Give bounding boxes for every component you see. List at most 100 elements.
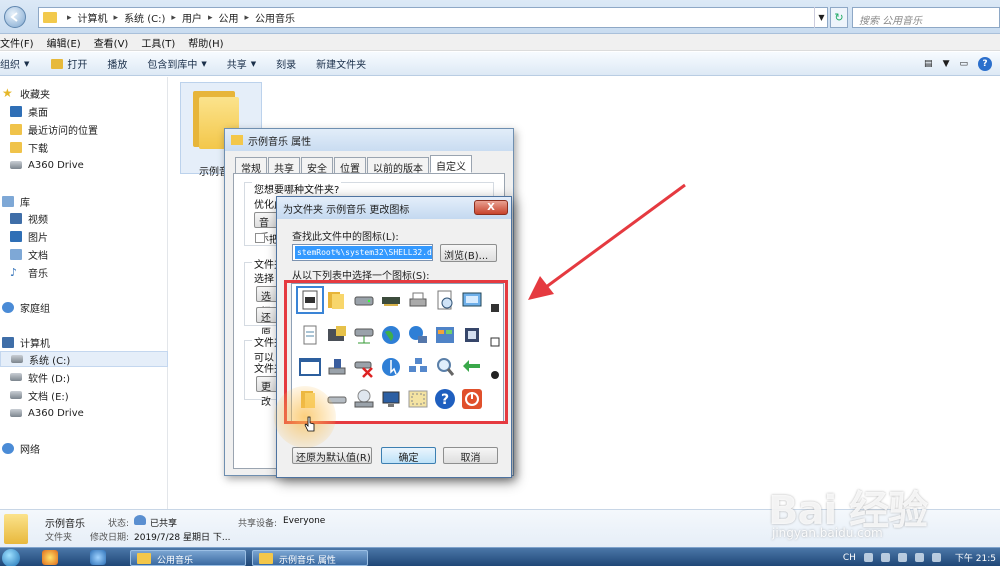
menu-tools[interactable]: 工具(T)	[141, 35, 175, 50]
memory-chip-icon[interactable]	[380, 289, 402, 311]
nav-music[interactable]: ♪ 音乐	[0, 264, 168, 280]
icon-list[interactable]: ?	[291, 283, 504, 423]
tab-location[interactable]: 位置	[334, 157, 366, 175]
blank-window-icon[interactable]	[299, 356, 321, 378]
reset-default-button[interactable]: 还原为默认值(R)	[292, 447, 372, 464]
ok-button[interactable]: 确定	[381, 447, 436, 464]
language-indicator[interactable]: CH	[843, 553, 856, 563]
crumb-computer[interactable]: 计算机	[78, 10, 108, 25]
help-question-icon[interactable]: ?	[434, 388, 456, 410]
crumb-users[interactable]: 用户	[182, 10, 202, 25]
nav-downloads[interactable]: 下载	[0, 139, 168, 155]
crumb-public[interactable]: 公用	[218, 10, 238, 25]
nav-pictures[interactable]: 图片	[0, 228, 168, 244]
nav-drive-e[interactable]: 文档 (E:)	[0, 387, 168, 403]
hard-drive-icon[interactable]	[353, 289, 375, 311]
folder-icon[interactable]	[326, 289, 348, 311]
address-bar[interactable]: ▸ 计算机 ▸ 系统 (C:) ▸ 用户 ▸ 公用 ▸ 公用音乐	[38, 7, 828, 28]
partial-icon[interactable]	[490, 364, 500, 386]
view-options-icon[interactable]: ▤	[924, 59, 933, 69]
nav-favorites[interactable]: ★ 收藏夹	[0, 85, 168, 101]
task-public-music[interactable]: 公用音乐	[130, 550, 246, 566]
tab-previous-versions[interactable]: 以前的版本	[367, 157, 429, 175]
open-folder-icon[interactable]	[299, 388, 321, 410]
refresh-button[interactable]: ↻	[830, 7, 848, 28]
menu-edit[interactable]: 编辑(E)	[47, 35, 81, 50]
search-input[interactable]: 搜索 公用音乐	[852, 7, 1000, 28]
address-dropdown-icon[interactable]: ▼	[814, 7, 828, 28]
tab-general[interactable]: 常规	[235, 157, 267, 175]
tab-security[interactable]: 安全	[301, 157, 333, 175]
crumb-drive-c[interactable]: 系统 (C:)	[124, 10, 165, 25]
ime-icon[interactable]	[863, 553, 873, 562]
power-icon[interactable]	[461, 388, 483, 410]
control-panel-icon[interactable]	[434, 324, 456, 346]
cd-drive-icon[interactable]	[353, 388, 375, 410]
nav-desktop[interactable]: 桌面	[0, 103, 168, 119]
menu-file[interactable]: 文件(F)	[0, 35, 34, 50]
apply-subfolders-checkbox[interactable]	[255, 233, 265, 243]
icon-file-path-input[interactable]: stemRoot%\system32\SHELL32.dll	[292, 244, 433, 261]
nav-computer[interactable]: 计算机	[0, 334, 168, 350]
media-pin-icon[interactable]	[90, 550, 106, 565]
nav-videos[interactable]: 视频	[0, 210, 168, 226]
menu-view[interactable]: 查看(V)	[94, 35, 129, 50]
help-icon[interactable]: ?	[978, 57, 992, 71]
globe-icon[interactable]	[380, 324, 402, 346]
burn-button[interactable]: 刻录	[276, 56, 296, 71]
nav-network[interactable]: 网络	[0, 440, 168, 456]
help-icon[interactable]	[880, 553, 890, 562]
removable-drive-icon[interactable]	[326, 388, 348, 410]
network-computers-icon[interactable]	[407, 356, 429, 378]
blank-document-icon[interactable]	[296, 286, 324, 314]
cancel-button[interactable]: 取消	[443, 447, 498, 464]
properties-titlebar[interactable]: 示例音乐 属性	[225, 129, 513, 151]
volume-icon[interactable]	[897, 553, 907, 562]
organize-button[interactable]: 组织 ▼	[0, 56, 29, 72]
clock[interactable]: 下午 21:5	[955, 551, 996, 564]
play-button[interactable]: 播放	[107, 56, 127, 71]
nav-drive-d[interactable]: 软件 (D:)	[0, 369, 168, 385]
new-folder-button[interactable]: 新建文件夹	[316, 56, 366, 71]
shortcut-arrow-icon[interactable]	[490, 332, 500, 354]
start-button[interactable]	[2, 549, 20, 566]
preview-pane-icon[interactable]: ▭	[959, 59, 968, 69]
open-button[interactable]: 打开	[51, 56, 87, 71]
network-globe-icon[interactable]	[407, 324, 429, 346]
tab-customize[interactable]: 自定义	[430, 155, 472, 173]
change-icon-titlebar[interactable]: 为文件夹 示例音乐 更改图标 X	[277, 197, 511, 219]
network-icon[interactable]	[914, 553, 924, 562]
browse-button[interactable]: 浏览(B)...	[440, 244, 497, 262]
menu-help[interactable]: 帮助(H)	[188, 35, 223, 50]
crumb-public-music[interactable]: 公用音乐	[255, 10, 295, 25]
save-drive-icon[interactable]	[326, 356, 348, 378]
text-document-icon[interactable]	[299, 324, 321, 346]
share-button[interactable]: 共享 ▼	[227, 56, 256, 72]
nav-homegroup[interactable]: 家庭组	[0, 299, 168, 315]
program-window-icon[interactable]	[326, 324, 348, 346]
clock-document-icon[interactable]	[434, 289, 456, 311]
network-drive-icon[interactable]	[353, 324, 375, 346]
browser-pin-icon[interactable]	[42, 550, 58, 565]
partial-icon[interactable]	[490, 298, 500, 320]
chevron-down-icon[interactable]: ▼	[943, 59, 950, 69]
printer-icon[interactable]	[407, 289, 429, 311]
back-button[interactable]	[4, 6, 26, 28]
nav-a360-drive[interactable]: A360 Drive	[0, 157, 168, 173]
grid-panel-icon[interactable]	[407, 388, 429, 410]
task-properties[interactable]: 示例音乐 属性	[252, 550, 368, 566]
nav-a360-drive-2[interactable]: A360 Drive	[0, 405, 168, 421]
cube-icon[interactable]	[461, 324, 483, 346]
magnifier-icon[interactable]	[434, 356, 456, 378]
nav-documents[interactable]: 文档	[0, 246, 168, 262]
close-button[interactable]: X	[474, 200, 508, 215]
monitor-icon[interactable]	[380, 388, 402, 410]
nav-recent[interactable]: 最近访问的位置	[0, 121, 168, 137]
globe-cursor-icon[interactable]	[380, 356, 402, 378]
green-arrow-icon[interactable]	[461, 356, 483, 378]
include-library-button[interactable]: 包含到库中 ▼	[147, 56, 206, 72]
disconnected-drive-icon[interactable]	[353, 356, 375, 378]
flag-icon[interactable]	[931, 553, 941, 562]
nav-drive-c[interactable]: 系统 (C:)	[0, 351, 168, 367]
window-icon[interactable]	[461, 289, 483, 311]
